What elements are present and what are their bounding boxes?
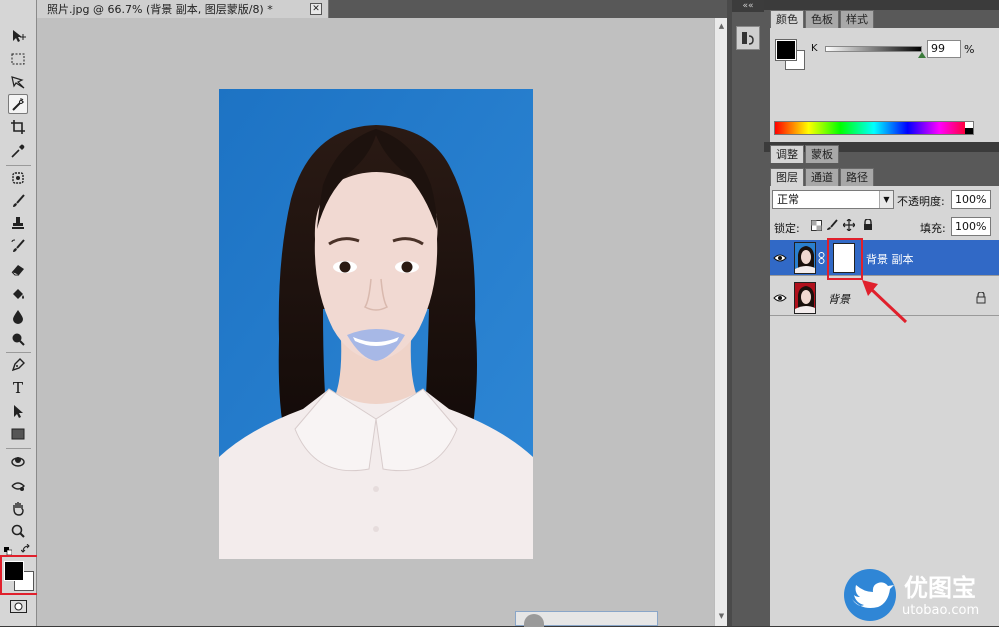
layer-name[interactable]: 背景	[828, 291, 850, 307]
foreground-color-swatch[interactable]	[775, 39, 797, 61]
eye-icon[interactable]	[773, 291, 787, 305]
scroll-down-icon[interactable]: ▼	[716, 612, 727, 624]
quick-mask-icon[interactable]	[10, 600, 27, 613]
opacity-label: 不透明度:	[897, 195, 945, 208]
blur-tool-icon[interactable]	[8, 306, 28, 326]
toolbar-divider	[6, 165, 31, 166]
watermark-title: 优图宝	[904, 574, 976, 602]
watermark-url: utobao.com	[902, 603, 980, 618]
k-slider-thumb[interactable]	[918, 52, 926, 58]
lock-all-icon[interactable]	[862, 219, 874, 231]
avatar	[524, 614, 544, 627]
color-panel: K 99 %	[770, 28, 999, 142]
opacity-input[interactable]: 100%	[951, 190, 991, 209]
eyedropper-tool-icon[interactable]	[8, 141, 28, 161]
history-panel-button[interactable]	[736, 26, 760, 50]
watermark-logo: 优图宝 utobao.com	[842, 565, 997, 623]
dodge-tool-icon[interactable]	[8, 329, 28, 349]
lock-icon	[976, 291, 986, 304]
toolbar-divider	[6, 352, 31, 353]
color-spectrum-ramp[interactable]	[774, 121, 974, 135]
lock-label: 锁定:	[774, 222, 800, 235]
k-value-input[interactable]: 99	[927, 40, 961, 58]
portrait-photo[interactable]	[219, 89, 533, 559]
layers-panel-tabs: 图层 通道 路径	[770, 168, 875, 186]
rectangle-tool-icon[interactable]	[8, 424, 28, 444]
tab-channels[interactable]: 通道	[805, 168, 839, 186]
move-tool-icon[interactable]	[8, 26, 28, 46]
eye-icon[interactable]	[773, 251, 787, 265]
fill-label: 填充:	[920, 222, 946, 235]
path-selection-tool-icon[interactable]	[8, 401, 28, 421]
chevron-down-icon[interactable]: ▼	[879, 191, 893, 208]
layer-thumbnail[interactable]	[794, 282, 816, 314]
panel-dock-header[interactable]	[764, 0, 999, 10]
collapsed-panel-strip: ««	[732, 0, 764, 626]
fill-input[interactable]: 100%	[951, 217, 991, 236]
toolbar-divider	[6, 448, 31, 449]
crop-tool-icon[interactable]	[8, 117, 28, 137]
zoom-tool-icon[interactable]	[8, 521, 28, 541]
vertical-scrollbar[interactable]: ▲ ▼	[714, 18, 727, 626]
status-thumbnail-box	[515, 611, 658, 627]
tab-paths[interactable]: 路径	[840, 168, 874, 186]
lock-image-icon[interactable]	[826, 219, 838, 231]
k-unit-label: %	[964, 43, 975, 56]
document-tab-title: 照片.jpg @ 66.7% (背景 副本, 图层蒙版/8) *	[47, 3, 273, 16]
eraser-tool-icon[interactable]	[8, 259, 28, 279]
pen-tool-icon[interactable]	[8, 355, 28, 375]
marquee-tool-icon[interactable]	[8, 49, 28, 69]
magic-wand-tool-icon[interactable]	[8, 94, 28, 114]
layers-panel: 正常 ▼ 不透明度: 100% 锁定: 填充: 100% 背景 副本 背景	[770, 186, 999, 626]
black-white-swatch[interactable]	[965, 122, 973, 134]
scroll-up-icon[interactable]: ▲	[716, 22, 727, 34]
default-colors-icon[interactable]	[4, 545, 13, 556]
tab-color[interactable]: 颜色	[770, 10, 804, 28]
adjust-panel-tabs: 调整 蒙板	[770, 145, 840, 163]
layer-row-background-copy[interactable]: 背景 副本	[770, 240, 999, 276]
blend-mode-value: 正常	[777, 193, 799, 206]
document-tab[interactable]: 照片.jpg @ 66.7% (背景 副本, 图层蒙版/8) * ✕	[37, 0, 329, 18]
document-tab-bar: 照片.jpg @ 66.7% (背景 副本, 图层蒙版/8) * ✕	[37, 0, 727, 18]
lock-position-icon[interactable]	[843, 219, 855, 231]
highlight-box-mask	[827, 238, 863, 280]
tab-adjustments[interactable]: 调整	[770, 145, 804, 163]
tab-masks[interactable]: 蒙板	[805, 145, 839, 163]
blend-mode-select[interactable]: 正常 ▼	[772, 190, 894, 209]
close-icon[interactable]: ✕	[310, 3, 322, 15]
layer-thumbnail[interactable]	[794, 242, 816, 274]
3d-rotate-tool-icon[interactable]	[8, 452, 28, 472]
tab-styles[interactable]: 样式	[840, 10, 874, 28]
annotation-arrow-right	[862, 280, 908, 324]
brush-tool-icon[interactable]	[8, 191, 28, 211]
collapse-arrows-icon[interactable]: ««	[732, 0, 764, 12]
tab-swatches[interactable]: 色板	[805, 10, 839, 28]
clone-stamp-tool-icon[interactable]	[8, 213, 28, 233]
healing-brush-tool-icon[interactable]	[8, 168, 28, 188]
lock-transparent-icon[interactable]	[810, 219, 822, 231]
history-brush-tool-icon[interactable]	[8, 236, 28, 256]
foreground-color-swatch[interactable]	[4, 561, 24, 581]
3d-orbit-tool-icon[interactable]	[8, 476, 28, 496]
lasso-tool-icon[interactable]	[8, 72, 28, 92]
k-channel-label: K	[811, 43, 818, 54]
hand-tool-icon[interactable]	[8, 498, 28, 518]
tab-layers[interactable]: 图层	[770, 168, 804, 186]
color-panel-tabs: 颜色 色板 样式	[770, 10, 875, 28]
layer-name[interactable]: 背景 副本	[866, 251, 914, 267]
type-tool-icon[interactable]: T	[8, 378, 28, 398]
bird-logo-icon	[844, 569, 896, 621]
k-channel-slider[interactable]	[825, 46, 922, 52]
swap-colors-icon[interactable]	[20, 543, 31, 554]
link-chain-icon[interactable]	[818, 252, 826, 264]
tools-panel: T	[0, 0, 37, 626]
paint-bucket-tool-icon[interactable]	[8, 284, 28, 304]
